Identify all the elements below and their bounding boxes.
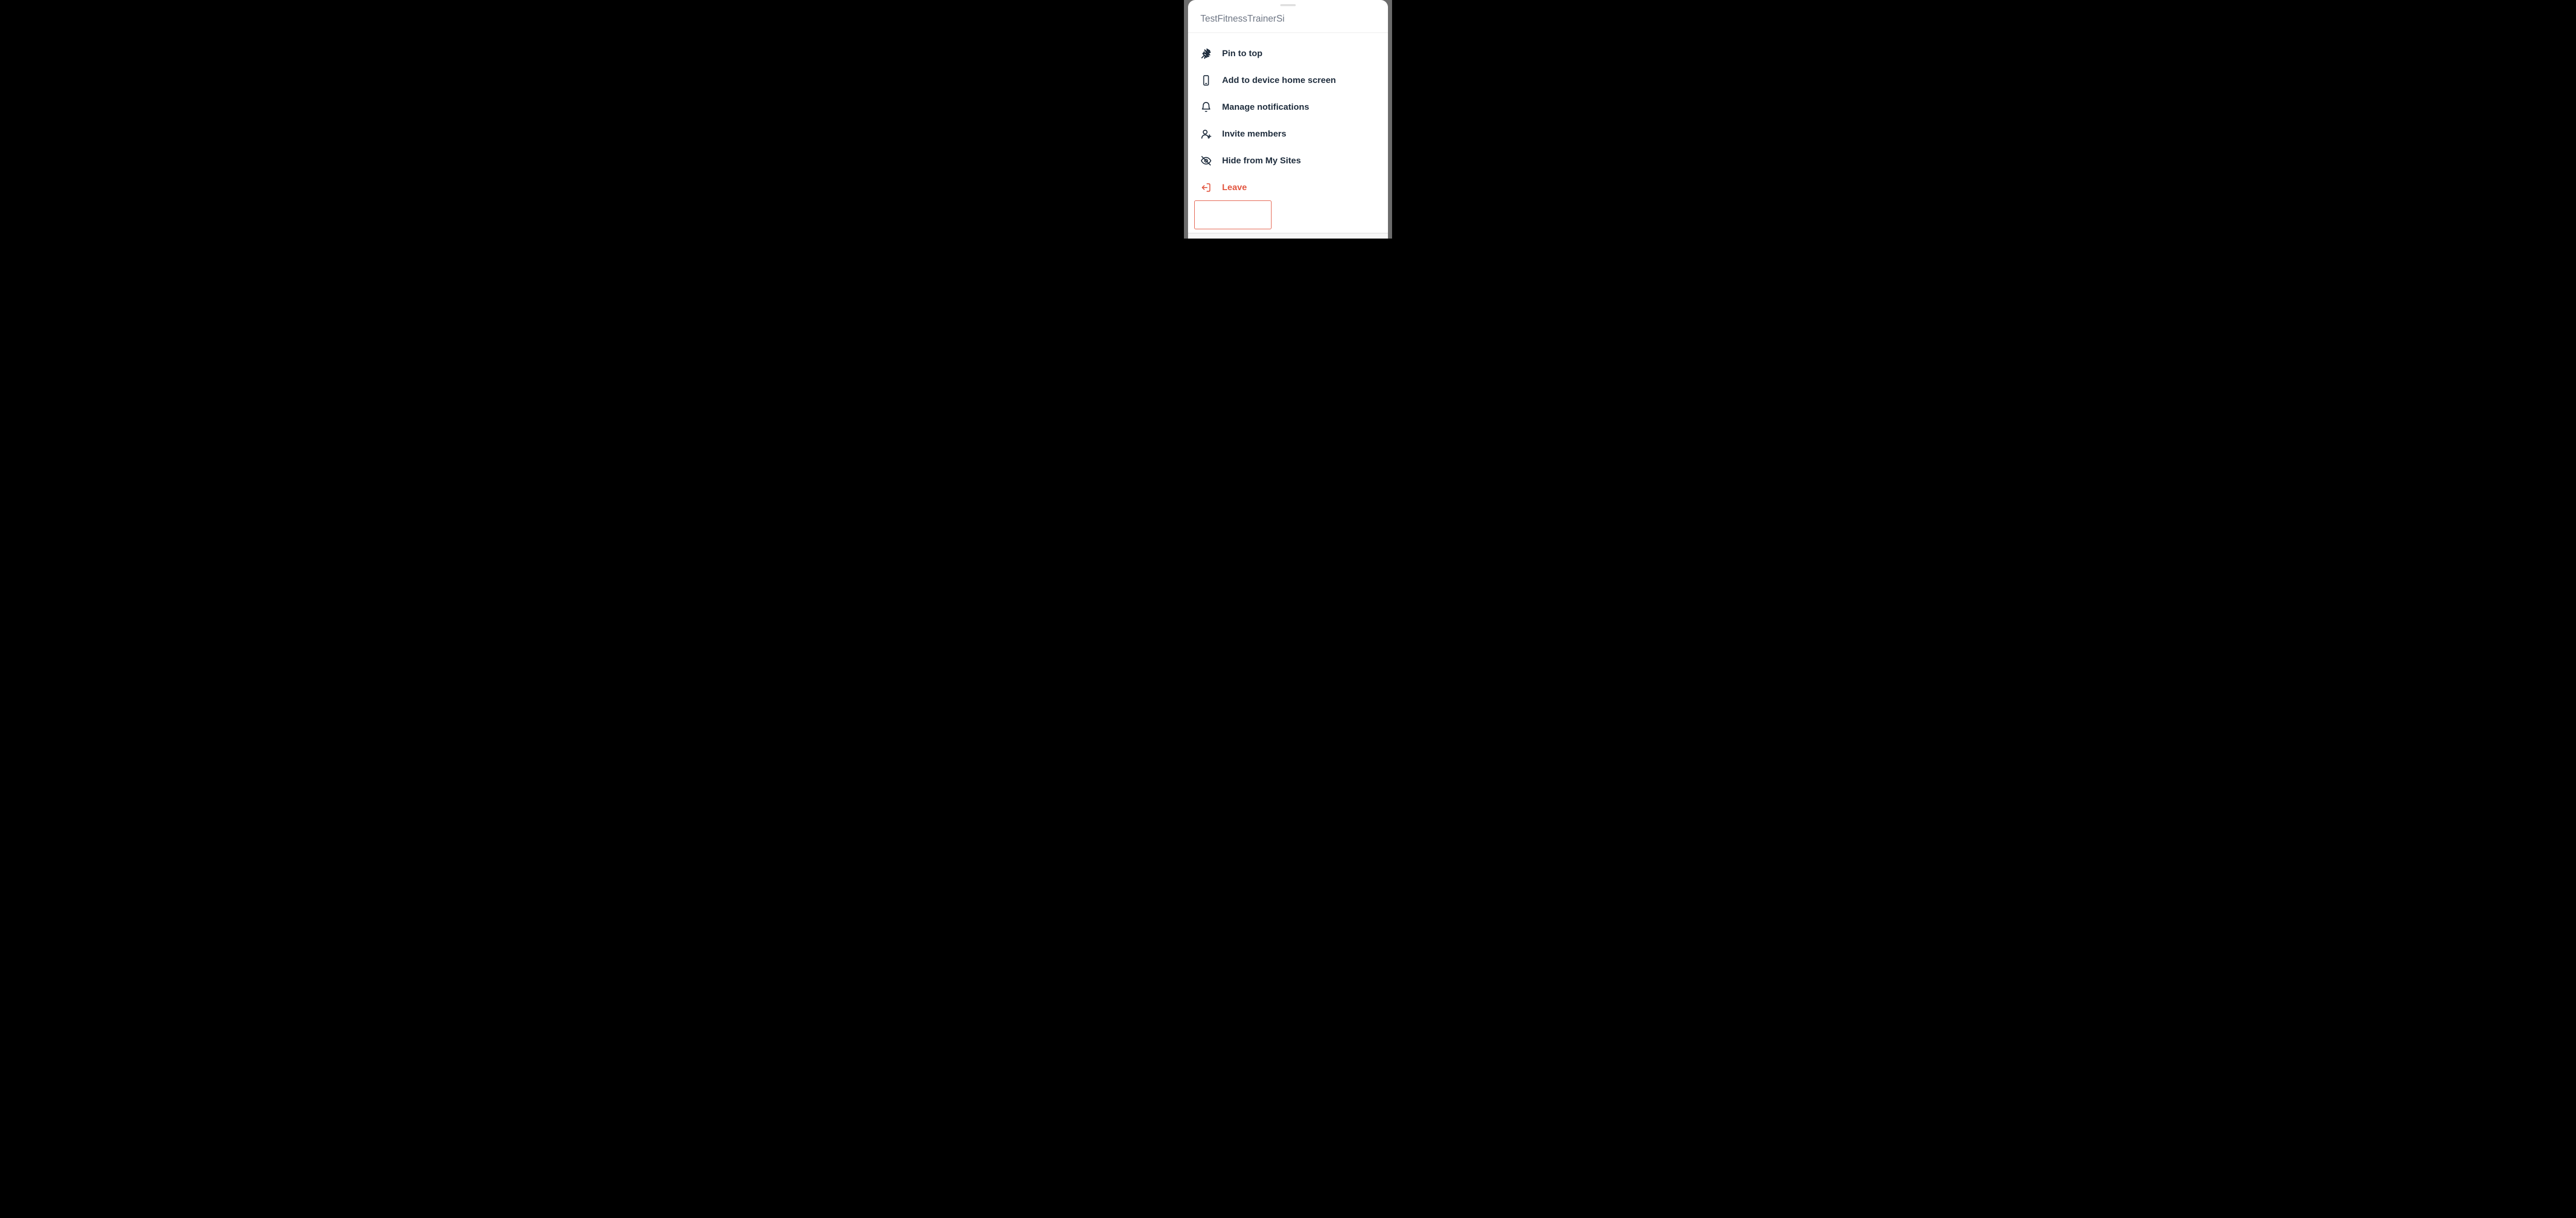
action-sheet: TestFitnessTrainerSi	[1188, 0, 1388, 233]
menu-item-invite-members[interactable]: Invite members	[1188, 121, 1388, 147]
menu-label-pin: Pin to top	[1222, 48, 1262, 59]
menu-item-pin-to-top[interactable]: Pin to top	[1188, 40, 1388, 67]
pin-icon	[1200, 48, 1212, 59]
phone-frame: TestFitnessTrainerSi	[1184, 0, 1392, 239]
menu-label-invite: Invite members	[1222, 129, 1286, 139]
sheet-title: TestFitnessTrainerSi	[1200, 13, 1376, 24]
menu-label-leave: Leave	[1222, 182, 1247, 193]
menu-list: Pin to top Add to device home screen	[1188, 33, 1388, 206]
bottom-nav-edge	[1188, 233, 1388, 239]
bell-icon	[1200, 102, 1212, 113]
menu-item-add-to-home[interactable]: Add to device home screen	[1188, 67, 1388, 94]
menu-item-hide-from-sites[interactable]: Hide from My Sites	[1188, 147, 1388, 174]
menu-label-add-home: Add to device home screen	[1222, 75, 1336, 86]
sheet-header: TestFitnessTrainerSi	[1188, 6, 1388, 33]
hide-icon	[1200, 155, 1212, 166]
menu-item-manage-notifications[interactable]: Manage notifications	[1188, 94, 1388, 121]
menu-label-hide: Hide from My Sites	[1222, 156, 1301, 166]
menu-item-leave[interactable]: Leave	[1188, 174, 1388, 201]
leave-icon	[1200, 182, 1212, 193]
menu-label-notifications: Manage notifications	[1222, 102, 1309, 112]
invite-icon	[1200, 128, 1212, 140]
device-icon	[1200, 75, 1212, 86]
